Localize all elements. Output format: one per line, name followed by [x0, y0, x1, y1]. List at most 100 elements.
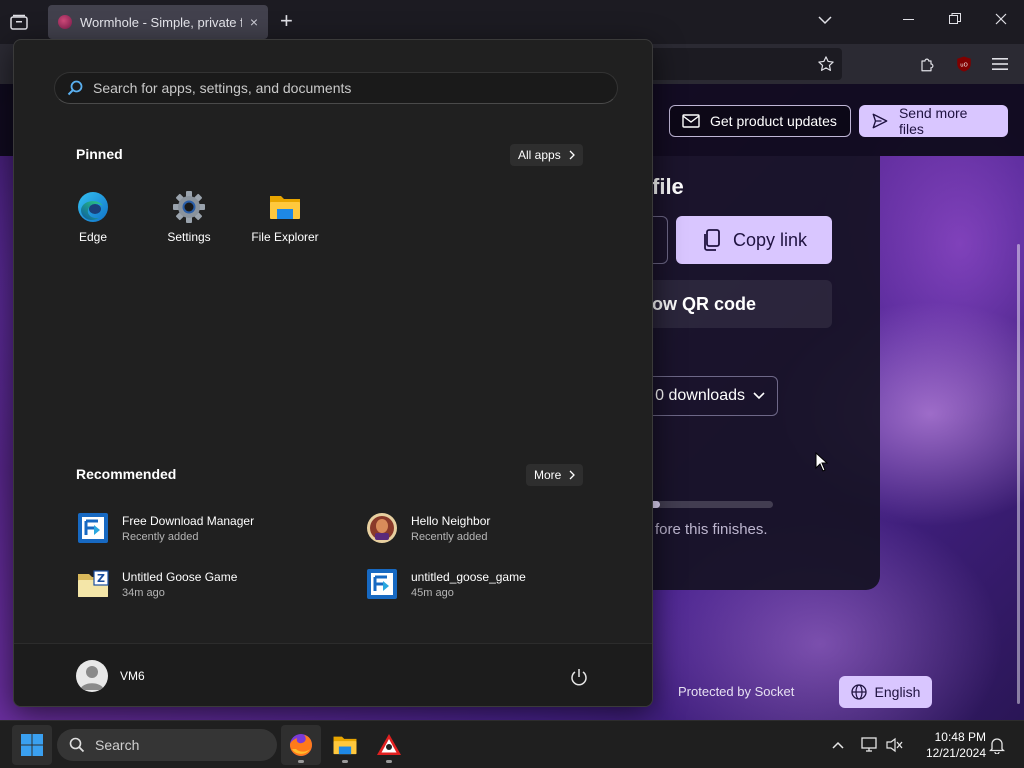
language-button[interactable]: English [839, 676, 932, 708]
mouse-cursor-icon [815, 451, 829, 477]
power-icon[interactable] [570, 668, 588, 691]
user-account-button[interactable]: VM6 [76, 660, 145, 692]
new-tab-button[interactable]: + [280, 10, 293, 32]
pinned-title: Pinned [76, 146, 123, 162]
globe-icon [850, 684, 867, 700]
warning-triangle-app-icon [377, 734, 401, 755]
tab-close-icon[interactable]: × [250, 14, 258, 30]
zip-folder-icon: Z [78, 570, 109, 597]
minimize-icon[interactable] [903, 12, 915, 29]
recommended-item-name: Hello Neighbor [411, 513, 491, 528]
recommended-item-sub: 34m ago [122, 586, 165, 599]
file-explorer-icon [333, 736, 357, 755]
browser-tab[interactable]: Wormhole - Simple, private file × [48, 5, 268, 39]
clock-time: 10:48 PM [934, 730, 986, 744]
running-indicator [342, 760, 348, 763]
start-menu-footer: VM6 [14, 643, 652, 706]
pinned-app-file-explorer[interactable]: File Explorer [237, 190, 333, 254]
hello-neighbor-icon [367, 513, 397, 543]
recommended-item[interactable]: untitled_goose_game 45m ago [365, 564, 625, 604]
show-qr-code-label: ow QR code [652, 293, 757, 314]
edge-icon [78, 192, 108, 222]
network-monitor-icon[interactable] [860, 735, 880, 755]
hamburger-menu-icon[interactable] [989, 53, 1011, 75]
recommended-item-name: Free Download Manager [122, 513, 255, 528]
recommended-item[interactable]: Z Untitled Goose Game 34m ago [76, 564, 336, 604]
ublock-origin-icon[interactable]: uO [953, 53, 975, 75]
send-icon [872, 113, 888, 129]
pinned-app-edge[interactable]: Edge [45, 190, 141, 254]
upload-progress-bar [640, 501, 773, 508]
avatar [76, 660, 108, 692]
page-scrollbar[interactable] [1017, 244, 1020, 704]
search-icon [67, 80, 83, 96]
taskbar-firefox[interactable] [281, 725, 321, 765]
tab-list-icon[interactable] [8, 11, 30, 33]
taskbar: Search 10:48 PM 12/21/2024 [0, 720, 1024, 768]
user-name: VM6 [120, 669, 145, 683]
mail-icon [682, 114, 700, 128]
language-label: English [874, 684, 921, 700]
svg-text:uO: uO [960, 62, 967, 68]
recommended-item-sub: 45m ago [411, 586, 454, 599]
recommended-item-name: Untitled Goose Game [122, 569, 238, 584]
file-explorer-icon [270, 196, 300, 219]
get-product-updates-label: Get product updates [710, 113, 837, 129]
extensions-puzzle-icon[interactable] [917, 53, 939, 75]
recommended-item-sub: Recently added [122, 530, 199, 543]
pinned-app-settings[interactable]: Settings [141, 190, 237, 254]
notification-bell-icon[interactable] [987, 735, 1007, 755]
taskbar-search-label: Search [95, 737, 140, 753]
taskbar-clock[interactable]: 10:48 PM 12/21/2024 [912, 729, 986, 761]
send-more-files-button[interactable]: Send more files [859, 105, 1008, 137]
all-apps-button[interactable]: All apps [510, 144, 583, 166]
wormhole-favicon-icon [58, 15, 72, 29]
start-search-placeholder: Search for apps, settings, and documents [93, 80, 352, 96]
upload-info-text: fore this finishes. [655, 521, 768, 538]
show-qr-code-button[interactable]: ow QR code [640, 280, 832, 328]
more-label: More [534, 468, 562, 482]
recommended-title: Recommended [76, 466, 177, 482]
more-button[interactable]: More [526, 464, 584, 486]
all-apps-label: All apps [518, 148, 561, 162]
close-window-icon[interactable] [995, 12, 1007, 29]
bookmark-star-icon[interactable] [815, 53, 837, 75]
clock-date: 12/21/2024 [925, 746, 986, 760]
restore-icon[interactable] [949, 12, 961, 29]
free-download-manager-icon [78, 513, 108, 543]
taskbar-app-warning[interactable] [369, 725, 409, 765]
windows-logo-icon [21, 734, 43, 756]
running-indicator [298, 760, 304, 763]
download-limit-select[interactable]: 0 downloads [640, 376, 778, 416]
pinned-app-label: Settings [167, 230, 211, 244]
firefox-icon [290, 734, 312, 756]
copy-icon [704, 229, 720, 251]
recommended-item[interactable]: Hello Neighbor Recently added [365, 508, 625, 548]
taskbar-file-explorer[interactable] [325, 725, 365, 765]
send-more-files-label: Send more files [898, 105, 968, 137]
running-indicator [386, 760, 392, 763]
protected-by-socket-link[interactable]: Protected by Socket [678, 684, 794, 699]
svg-text:Z: Z [97, 572, 105, 585]
pinned-app-label: File Explorer [251, 230, 319, 244]
volume-muted-icon[interactable] [885, 735, 905, 755]
recommended-item-sub: Recently added [411, 530, 488, 543]
settings-gear-icon [173, 191, 205, 223]
list-all-tabs-icon[interactable] [818, 12, 832, 29]
free-download-manager-icon [367, 569, 397, 599]
chevron-right-icon [569, 470, 576, 480]
pinned-app-label: Edge [78, 230, 108, 244]
show-hidden-icons-chevron-up-icon[interactable] [828, 735, 848, 755]
start-search-input[interactable]: Search for apps, settings, and documents [54, 72, 618, 104]
copy-link-button[interactable]: Copy link [676, 216, 832, 264]
recommended-item[interactable]: Free Download Manager Recently added [76, 508, 336, 548]
chevron-right-icon [569, 150, 575, 160]
tab-title: Wormhole - Simple, private file [80, 14, 242, 30]
windows-start-button[interactable] [12, 725, 52, 765]
start-menu: Search for apps, settings, and documents… [13, 39, 653, 707]
chevron-down-icon [753, 392, 765, 400]
taskbar-search-box[interactable]: Search [57, 729, 277, 761]
get-product-updates-button[interactable]: Get product updates [669, 105, 851, 137]
search-icon [69, 737, 85, 753]
recommended-item-name: untitled_goose_game [411, 569, 526, 584]
